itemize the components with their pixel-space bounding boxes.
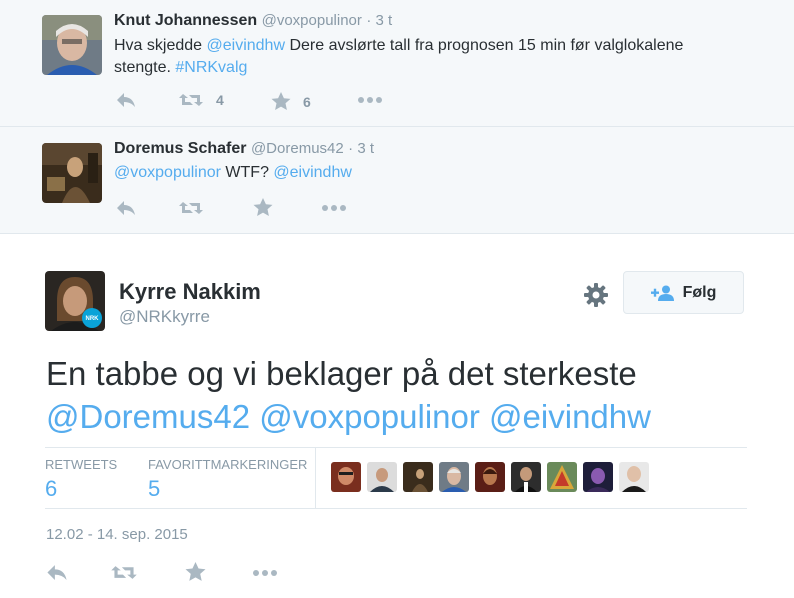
user-faces <box>331 462 655 492</box>
tweet-text: Hva skjedde @eivindhw Dere avslørte tall… <box>114 37 684 76</box>
retweet-button[interactable] <box>110 564 138 581</box>
reply-icon <box>117 93 135 107</box>
avatar[interactable] <box>475 462 505 492</box>
avatar[interactable] <box>619 462 649 492</box>
retweet-icon <box>111 566 137 579</box>
retweet-count: 4 <box>216 92 224 108</box>
more-button[interactable] <box>357 96 383 104</box>
nrk-badge-text: NRK <box>86 316 100 322</box>
gear-icon <box>584 283 608 307</box>
reply-button[interactable] <box>46 564 68 581</box>
avatar[interactable] <box>42 15 102 75</box>
mention-link[interactable]: @eivindhw <box>489 398 651 435</box>
author-name[interactable]: Knut Johannessen <box>114 12 257 29</box>
favorites-count: 5 <box>148 476 161 501</box>
avatar[interactable] <box>511 462 541 492</box>
favorite-button[interactable]: 6 <box>271 92 311 111</box>
retweet-button[interactable] <box>178 200 204 216</box>
favorites-stat[interactable]: FAVORITTMARKERINGER 5 <box>148 457 307 502</box>
author-handle[interactable]: @voxpopulinor <box>262 12 362 29</box>
mention-link[interactable]: @eivindhw <box>207 37 286 54</box>
main-avatar[interactable]: NRK <box>45 271 105 331</box>
ellipsis-icon <box>358 97 382 103</box>
retweets-stat[interactable]: RETWEETS 6 <box>45 457 117 502</box>
reply-tweet-2[interactable]: Doremus Schafer @Doremus42 · 3 t @voxpop… <box>0 127 794 234</box>
reply-button[interactable] <box>116 200 136 216</box>
avatar[interactable] <box>439 462 469 492</box>
avatar[interactable] <box>547 462 577 492</box>
retweet-icon <box>179 202 203 214</box>
add-user-icon <box>650 285 674 301</box>
reply-button[interactable] <box>116 92 136 108</box>
star-icon <box>185 562 206 581</box>
tweet-text: @voxpopulinor WTF? @eivindhw <box>114 164 352 181</box>
ellipsis-icon <box>253 570 277 576</box>
mention-link[interactable]: @voxpopulinor <box>259 398 480 435</box>
reply-tweet-1[interactable]: Knut Johannessen @voxpopulinor · 3 t Hva… <box>0 0 794 127</box>
avatar[interactable] <box>583 462 613 492</box>
divider <box>315 448 316 508</box>
ellipsis-icon <box>322 205 346 211</box>
tweet-date[interactable]: 12.02 - 14. sep. 2015 <box>46 526 188 543</box>
favorite-button[interactable] <box>253 198 273 217</box>
more-button[interactable] <box>252 569 278 577</box>
tweet-stats: RETWEETS 6 FAVORITTMARKERINGER 5 <box>45 447 747 509</box>
avatar[interactable] <box>367 462 397 492</box>
mention-link[interactable]: @voxpopulinor <box>114 164 221 181</box>
mention-link[interactable]: @Doremus42 <box>46 398 250 435</box>
author-name[interactable]: Kyrre Nakkim <box>119 279 261 305</box>
timestamp[interactable]: · 3 t <box>348 140 374 157</box>
reply-icon <box>117 201 135 215</box>
author-name[interactable]: Doremus Schafer <box>114 140 247 157</box>
follow-label: Følg <box>682 283 717 301</box>
favorite-count: 6 <box>303 93 311 110</box>
retweet-icon <box>179 94 203 106</box>
author-handle[interactable]: @Doremus42 <box>251 140 344 157</box>
retweets-count: 6 <box>45 476 58 501</box>
timestamp[interactable]: · 3 t <box>366 12 392 29</box>
more-button[interactable] <box>321 204 347 212</box>
hashtag-link[interactable]: #NRKvalg <box>175 59 247 76</box>
reply-icon <box>47 565 67 580</box>
mention-link[interactable]: @eivindhw <box>273 164 352 181</box>
star-icon <box>253 198 273 216</box>
favorite-button[interactable] <box>185 562 206 582</box>
tweet-text: En tabbe og vi beklager på det sterkeste… <box>46 355 651 435</box>
avatar[interactable] <box>403 462 433 492</box>
avatar[interactable] <box>42 143 102 203</box>
avatar[interactable] <box>331 462 361 492</box>
follow-button[interactable]: Følg <box>623 271 744 314</box>
author-line: Knut Johannessen @voxpopulinor · 3 t <box>114 12 392 30</box>
retweet-button[interactable]: 4 <box>178 92 224 108</box>
author-line: Doremus Schafer @Doremus42 · 3 t <box>114 140 374 158</box>
star-icon <box>271 92 291 110</box>
settings-button[interactable] <box>583 282 609 313</box>
author-handle[interactable]: @NRKkyrre <box>119 307 210 327</box>
